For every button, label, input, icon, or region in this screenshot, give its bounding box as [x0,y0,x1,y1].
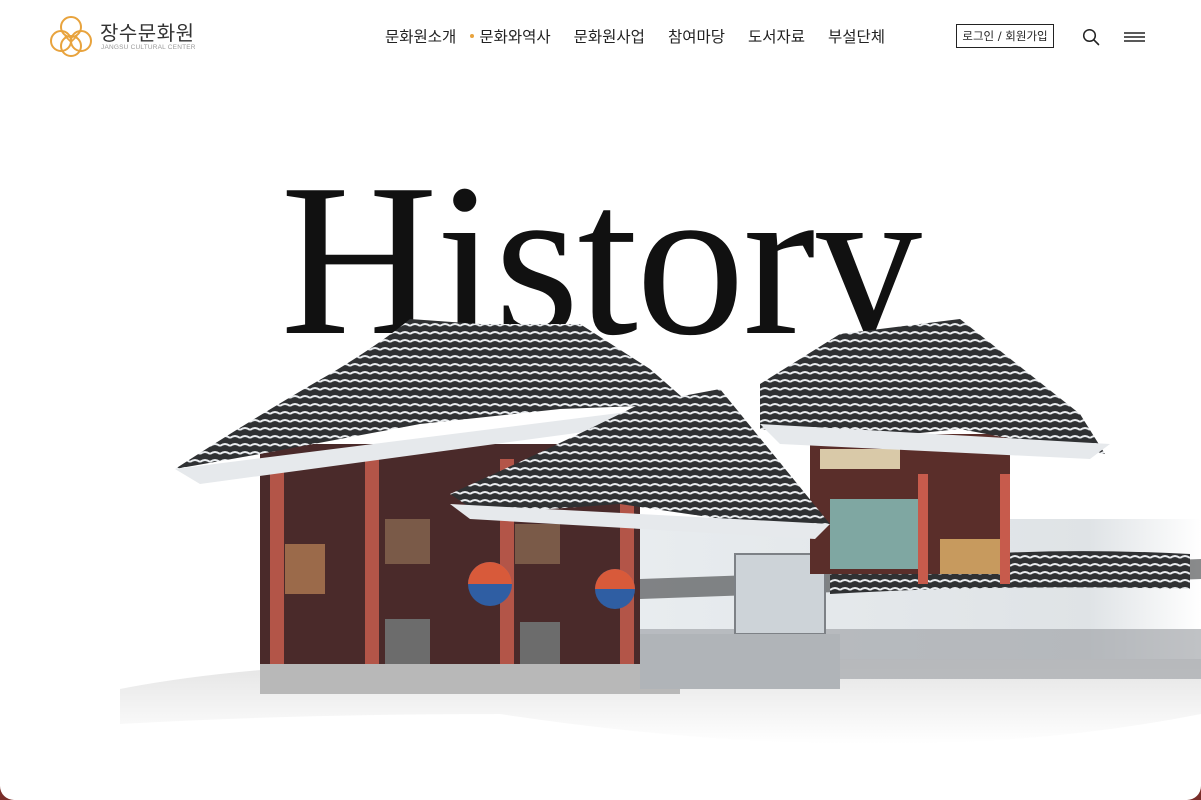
nav-label: 문화원소개 [385,28,457,46]
nav-item-participation[interactable]: 참여마당 [668,26,725,50]
hero-section: History [0,74,1201,800]
search-glyph [1082,28,1100,46]
nav-label: 문화원사업 [573,28,645,46]
menu-glyph [1124,32,1145,42]
nav-label: 문화와역사 [479,28,551,46]
site-header: 장수문화원 JANGSU CULTURAL CENTER 문화원소개 문화와역사… [0,0,1201,74]
nav-item-projects[interactable]: 문화원사업 [574,26,645,50]
page: 장수문화원 JANGSU CULTURAL CENTER 문화원소개 문화와역사… [0,0,1201,800]
nav-label: 참여마당 [667,28,725,46]
site-logo[interactable]: 장수문화원 JANGSU CULTURAL CENTER [48,14,198,60]
logo-name-english: JANGSU CULTURAL CENTER [101,44,196,51]
main-navigation: 문화원소개 문화와역사 문화원사업 참여마당 도서자료 부설단체 [385,26,885,50]
hanok-gate-image [120,319,1201,744]
login-signup-button[interactable]: 로그인 / 회원가입 [956,24,1054,48]
nav-item-about[interactable]: 문화원소개 [385,26,456,50]
logo-name-korean: 장수문화원 [100,21,195,45]
nav-label: 도서자료 [747,28,806,46]
nav-item-affiliates[interactable]: 부설단체 [828,26,885,50]
nav-item-library[interactable]: 도서자료 [748,26,805,50]
hamburger-menu-icon[interactable] [1123,26,1147,48]
logo-flower-icon [50,16,92,57]
active-dot-icon [470,34,475,38]
nav-item-culture-history[interactable]: 문화와역사 [470,26,551,50]
search-icon[interactable] [1080,26,1102,48]
nav-label: 부설단체 [828,28,886,46]
